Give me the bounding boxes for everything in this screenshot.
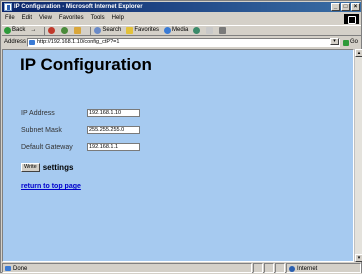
ip-address-input[interactable]: 192.168.1.10	[87, 109, 140, 117]
refresh-icon	[61, 27, 69, 34]
refresh-button[interactable]	[61, 27, 69, 34]
menu-bar: File Edit View Favorites Tools Help	[2, 13, 361, 24]
zone-text: Internet	[297, 266, 318, 272]
status-panel: Done	[2, 263, 252, 273]
back-label: Back	[12, 27, 26, 33]
page-done-icon	[5, 266, 11, 271]
default-gateway-input[interactable]: 192.168.1.1	[87, 143, 140, 151]
scroll-up-button[interactable]: ▴	[355, 49, 362, 57]
back-icon	[4, 27, 11, 34]
write-button[interactable]: Write	[21, 163, 40, 172]
menu-tools[interactable]: Tools	[91, 13, 105, 24]
go-label: Go	[350, 39, 359, 45]
media-label: Media	[172, 27, 189, 33]
window-title: IP Configuration - Microsoft Internet Ex…	[14, 4, 143, 10]
security-zone: Internet	[286, 263, 361, 273]
stop-button[interactable]	[48, 27, 56, 34]
favorites-icon	[126, 27, 134, 34]
address-label: Address	[4, 39, 27, 45]
history-button[interactable]	[193, 27, 201, 34]
internet-globe-icon	[289, 266, 295, 272]
media-icon	[164, 27, 172, 34]
ie-app-icon	[4, 3, 12, 11]
return-to-top-link[interactable]: return to top page	[21, 183, 81, 190]
status-cell	[275, 263, 285, 273]
mail-button[interactable]	[206, 27, 214, 34]
subnet-mask-label: Subnet Mask	[21, 126, 62, 134]
menu-file[interactable]: File	[5, 13, 15, 24]
go-button[interactable]: Go	[343, 37, 358, 48]
address-input[interactable]: http://192.168.1.10/config_ctP?=1	[27, 38, 340, 47]
menu-view[interactable]: View	[39, 13, 52, 24]
print-icon	[219, 27, 227, 34]
forward-button[interactable]: →	[30, 25, 36, 36]
search-label: Search	[102, 27, 122, 33]
menu-help[interactable]: Help	[112, 13, 124, 24]
window-controls: _ □ ×	[331, 3, 360, 11]
title-bar[interactable]: IP Configuration - Microsoft Internet Ex…	[2, 2, 361, 12]
page-icon	[29, 40, 35, 45]
mail-icon	[206, 27, 214, 34]
settings-label: settings	[42, 163, 74, 172]
address-url: http://192.168.1.10/config_ctP?=1	[37, 39, 120, 45]
standard-toolbar: Back → Search Favorites Media	[2, 25, 361, 36]
ip-address-row: IP Address 192.168.1.10	[21, 108, 140, 118]
maximize-button[interactable]: □	[341, 3, 350, 11]
page-content: IP Configuration IP Address 192.168.1.10…	[2, 49, 354, 262]
toolbar-divider	[90, 26, 92, 35]
ip-address-label: IP Address	[21, 109, 55, 117]
go-arrow-icon	[343, 39, 349, 46]
scroll-down-button[interactable]: ▾	[355, 254, 362, 262]
search-icon	[94, 27, 102, 34]
address-bar: Address http://192.168.1.10/config_ctP?=…	[2, 37, 361, 48]
forward-icon: →	[30, 27, 37, 33]
search-button[interactable]: Search	[94, 25, 121, 36]
status-bar: Done Internet	[2, 263, 361, 273]
subnet-mask-row: Subnet Mask 255.255.255.0	[21, 125, 140, 135]
close-button[interactable]: ×	[351, 3, 360, 11]
status-cell	[253, 263, 263, 273]
favorites-label: Favorites	[134, 27, 160, 33]
menu-edit[interactable]: Edit	[22, 13, 32, 24]
subnet-mask-input[interactable]: 255.255.255.0	[87, 126, 140, 134]
windows-logo-throbber-icon	[344, 14, 359, 24]
print-button[interactable]	[219, 27, 227, 34]
stop-icon	[48, 27, 56, 34]
favorites-button[interactable]: Favorites	[126, 25, 159, 36]
address-dropdown-button[interactable]: ▾	[330, 38, 339, 45]
toolbar-divider	[44, 26, 46, 35]
browser-window: IP Configuration - Microsoft Internet Ex…	[0, 0, 362, 273]
minimize-button[interactable]: _	[331, 3, 340, 11]
vertical-scrollbar[interactable]: ▴ ▾	[354, 49, 362, 262]
default-gateway-label: Default Gateway	[21, 143, 73, 151]
page-title: IP Configuration	[20, 55, 152, 74]
default-gateway-row: Default Gateway 192.168.1.1	[21, 142, 140, 152]
back-button[interactable]: Back	[4, 25, 25, 36]
media-button[interactable]: Media	[164, 25, 188, 36]
menu-favorites[interactable]: Favorites	[59, 13, 84, 24]
history-icon	[193, 27, 201, 34]
home-icon	[74, 27, 82, 34]
status-text: Done	[13, 266, 28, 272]
status-cell	[264, 263, 274, 273]
home-button[interactable]	[74, 27, 82, 34]
write-settings-row: Write settings	[21, 163, 73, 172]
